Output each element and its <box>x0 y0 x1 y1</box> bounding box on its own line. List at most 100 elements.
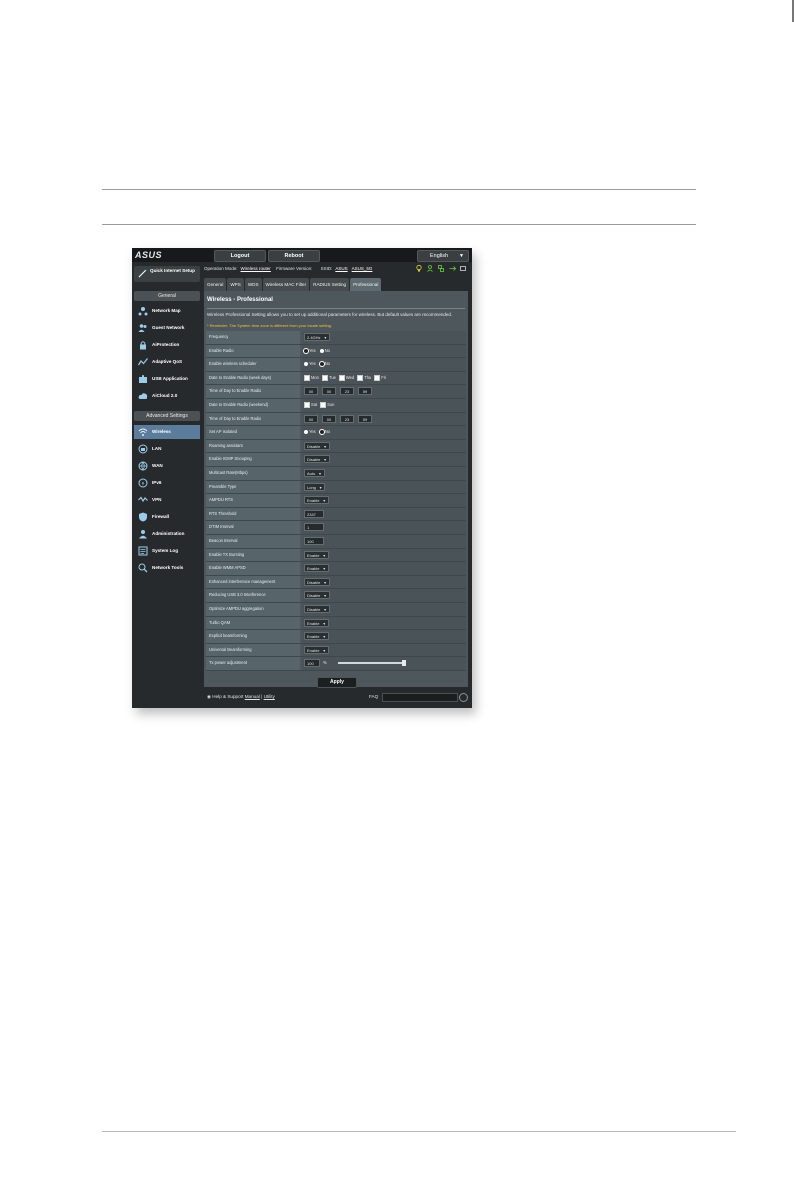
sidebar-item-usb-application[interactable]: USB Application <box>134 372 200 386</box>
time-field[interactable]: 00 <box>322 387 336 396</box>
setting-select[interactable]: Disable ▼ <box>304 441 330 450</box>
setting-input[interactable]: 2347 <box>304 509 324 518</box>
setting-select[interactable]: Disable ▼ <box>304 577 330 586</box>
logout-button[interactable]: Logout <box>214 250 266 262</box>
setting-select[interactable]: Disable ▼ <box>304 591 330 600</box>
network-icon[interactable] <box>438 265 444 272</box>
sidebar-item-ipv6[interactable]: 6 IPv6 <box>134 476 200 490</box>
sidebar-item-adaptive-qos[interactable]: Adaptive QoS <box>134 355 200 369</box>
setting-row: DTIM Interval 1 <box>206 521 466 535</box>
setting-input[interactable]: 1 <box>304 523 324 532</box>
setting-select[interactable]: Enable ▼ <box>304 564 329 573</box>
user-icon[interactable] <box>427 265 433 272</box>
quick-internet-setup-button[interactable]: Quick Internet Setup <box>134 266 200 282</box>
connection-icon[interactable] <box>460 265 466 271</box>
setting-select[interactable]: Long ▼ <box>304 482 326 491</box>
slider-handle[interactable] <box>402 660 406 667</box>
setting-select[interactable]: Enable ▼ <box>304 632 329 641</box>
tx-power-input[interactable]: 100 <box>304 659 320 668</box>
setting-control: Mon Tue Wed Thu Fri <box>302 371 466 385</box>
tab-wds[interactable]: WDS <box>244 278 262 291</box>
select-value: Disable <box>307 443 321 449</box>
setting-select[interactable]: Enable ▼ <box>304 550 329 559</box>
tab-professional[interactable]: Professional <box>350 278 382 291</box>
radio-button[interactable] <box>304 348 308 353</box>
sidebar-item-system-log[interactable]: System Log <box>134 544 200 558</box>
top-rule <box>102 189 696 190</box>
checkbox[interactable] <box>374 374 381 381</box>
sidebar-item-wan[interactable]: WAN <box>134 459 200 473</box>
sidebar-item-label: Network Map <box>152 308 181 313</box>
setting-select[interactable]: Enable ▼ <box>304 618 329 627</box>
setting-select[interactable]: Disable ▼ <box>304 605 330 613</box>
time-field[interactable]: 00 <box>322 414 336 423</box>
time-field[interactable]: 00 <box>304 387 318 396</box>
sidebar-item-guest-network[interactable]: Guest Network <box>134 321 200 335</box>
sidebar-item-vpn[interactable]: VPN <box>134 493 200 507</box>
setting-select[interactable]: Auto ▼ <box>304 469 325 477</box>
tab-radius-setting[interactable]: RADIUS Setting <box>310 278 350 291</box>
time-field[interactable]: 00 <box>304 414 318 423</box>
lock-icon <box>140 341 146 350</box>
time-field[interactable]: 23 <box>340 387 354 396</box>
checkbox[interactable] <box>320 401 327 408</box>
checkbox[interactable] <box>304 401 310 408</box>
checkbox[interactable] <box>321 374 328 381</box>
language-value: English <box>430 253 449 259</box>
time-field[interactable]: 23 <box>340 414 354 423</box>
tx-power-slider[interactable] <box>338 660 406 667</box>
ssid-5g-link[interactable]: ASUS_5G <box>352 266 373 271</box>
radio-button[interactable] <box>319 430 324 435</box>
setting-label: Time of Day to Enable Radio <box>206 385 300 398</box>
sidebar-item-aicloud[interactable]: AiCloud 2.0 <box>134 389 200 403</box>
usb-icon[interactable] <box>449 265 457 271</box>
setting-label: Enable WMM APSD <box>206 562 300 575</box>
tab-wireless-mac-filter[interactable]: Wireless MAC Filter <box>262 278 310 291</box>
select-value: Disable <box>307 607 321 612</box>
radio-button[interactable] <box>319 348 324 353</box>
sidebar-item-lan[interactable]: LAN <box>134 442 200 456</box>
search-icon[interactable] <box>459 693 468 702</box>
ssid-24-link[interactable]: ASUS <box>335 266 347 271</box>
radio-button[interactable] <box>304 430 308 435</box>
setting-label: Frequency <box>206 331 300 344</box>
sidebar-item-wireless[interactable]: Wireless <box>134 425 200 439</box>
sidebar-item-firewall[interactable]: Firewall <box>134 510 200 524</box>
checkbox[interactable] <box>304 374 310 381</box>
setting-select[interactable]: Enable ▼ <box>304 645 329 654</box>
time-field[interactable]: 59 <box>358 414 372 423</box>
sidebar-item-network-tools[interactable]: Network Tools <box>134 561 200 575</box>
puzzle-icon <box>139 375 147 383</box>
chevron-down-icon: ▼ <box>322 635 326 640</box>
utility-link[interactable]: Utility <box>264 694 275 699</box>
checkbox[interactable] <box>338 374 345 381</box>
sidebar-item-aiprotection[interactable]: AiProtection <box>134 338 200 352</box>
setting-control: 00 00 23 59 <box>302 412 466 426</box>
language-select[interactable]: English ▼ <box>417 250 469 262</box>
manual-link[interactable]: Manual <box>245 694 260 699</box>
setting-select[interactable]: 2.4GHz ▼ <box>304 333 331 341</box>
radio-button[interactable] <box>304 362 308 367</box>
chevron-down-icon: ▼ <box>322 553 326 558</box>
radio-button[interactable] <box>319 362 324 367</box>
setting-select[interactable]: Disable ▼ <box>304 455 330 464</box>
setting-label: Beacon Interval <box>206 535 300 548</box>
tab-wps[interactable]: WPS <box>227 278 244 291</box>
sidebar-item-network-map[interactable]: Network Map <box>134 304 200 318</box>
setting-label: Enhanced interference management <box>206 575 300 589</box>
tab-general[interactable]: General <box>204 278 227 291</box>
setting-control: 00 00 23 59 <box>302 385 466 398</box>
setting-control: Enable ▼ <box>302 616 466 630</box>
time-field[interactable]: 59 <box>358 387 372 396</box>
apply-button[interactable]: Apply <box>317 677 357 688</box>
bulb-icon[interactable] <box>416 264 422 272</box>
operation-bar: Operation Mode: Wireless router Firmware … <box>204 263 472 274</box>
sidebar-item-administration[interactable]: Administration <box>134 527 200 541</box>
setting-select[interactable]: Enable ▼ <box>304 496 329 505</box>
setting-input[interactable]: 100 <box>304 537 324 545</box>
operation-mode-link[interactable]: Wireless router <box>241 266 271 271</box>
checkbox[interactable] <box>357 374 364 381</box>
reboot-button[interactable]: Reboot <box>268 250 320 262</box>
faq-search-input[interactable] <box>382 693 458 702</box>
sidebar-item-label: Firewall <box>152 514 170 519</box>
